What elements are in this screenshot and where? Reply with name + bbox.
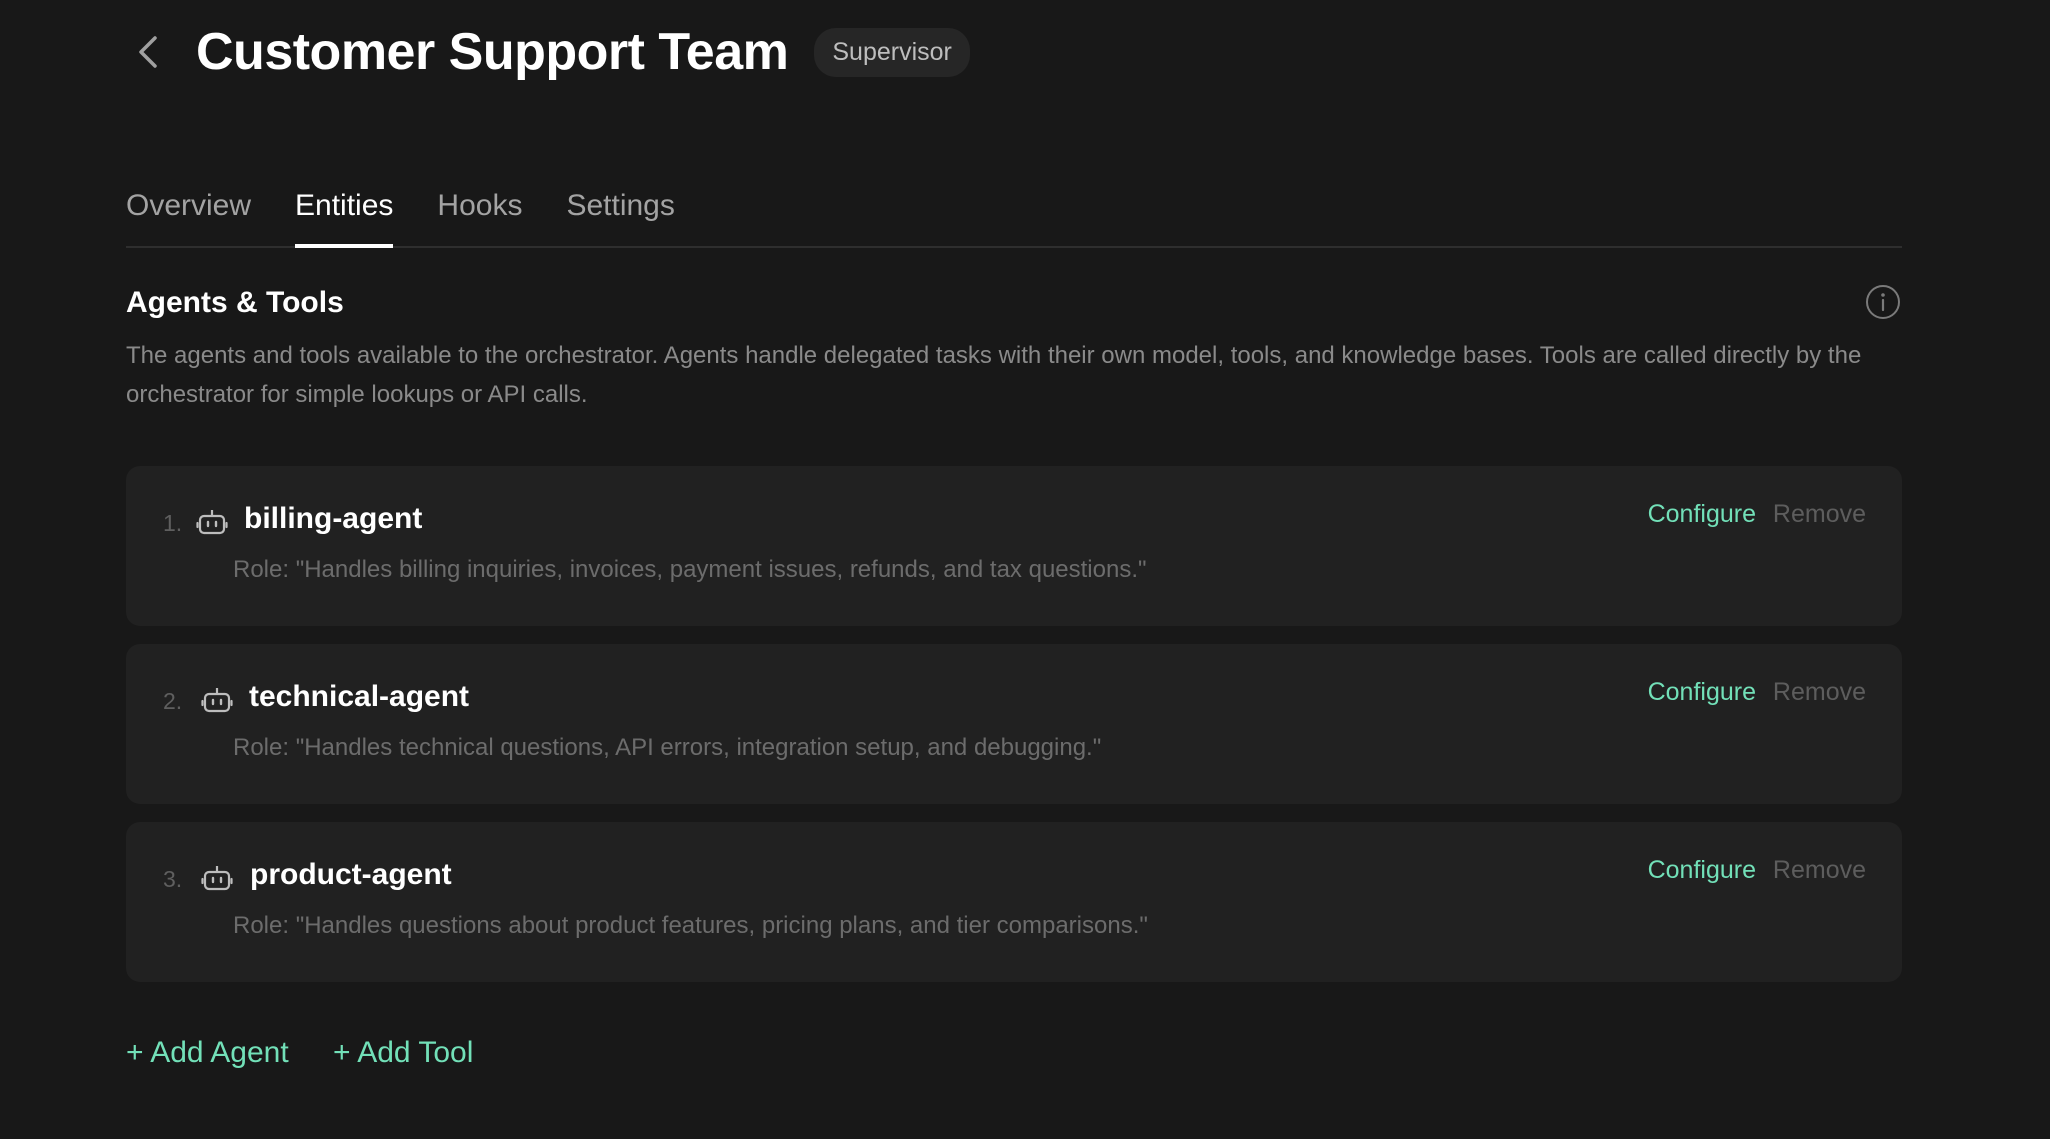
configure-button[interactable]: Configure bbox=[1648, 856, 1756, 885]
remove-button[interactable]: Remove bbox=[1773, 500, 1866, 529]
configure-button[interactable]: Configure bbox=[1648, 500, 1756, 529]
back-button[interactable] bbox=[126, 30, 170, 74]
add-tool-button[interactable]: + Add Tool bbox=[333, 1036, 473, 1070]
robot-icon bbox=[201, 684, 233, 716]
page-header: Customer Support Team Supervisor bbox=[126, 14, 970, 90]
tab-entities[interactable]: Entities bbox=[295, 172, 394, 248]
agent-card: 1. billing-agent Role: "Handles billing … bbox=[126, 466, 1902, 626]
configure-button[interactable]: Configure bbox=[1648, 678, 1756, 707]
remove-button[interactable]: Remove bbox=[1773, 678, 1866, 707]
section-description: The agents and tools available to the or… bbox=[126, 342, 1862, 408]
agent-role: Role: "Handles billing inquiries, invoic… bbox=[233, 556, 1147, 583]
agent-role: Role: "Handles questions about product f… bbox=[233, 912, 1148, 939]
role-badge: Supervisor bbox=[814, 27, 970, 77]
tab-hooks[interactable]: Hooks bbox=[437, 172, 522, 246]
agent-role: Role: "Handles technical questions, API … bbox=[233, 734, 1102, 761]
tab-bar: Overview Entities Hooks Settings bbox=[126, 172, 1902, 248]
chevron-left-icon bbox=[139, 36, 157, 68]
tab-settings[interactable]: Settings bbox=[566, 172, 674, 246]
agent-number: 3. bbox=[163, 866, 183, 892]
remove-button[interactable]: Remove bbox=[1773, 856, 1866, 885]
robot-icon bbox=[196, 506, 228, 538]
add-agent-button[interactable]: + Add Agent bbox=[126, 1036, 289, 1070]
agent-card: 3. product-agent Role: "Handles question… bbox=[126, 822, 1902, 982]
agent-number: 1. bbox=[163, 510, 183, 536]
agent-name: billing-agent bbox=[244, 502, 423, 535]
page: Customer Support Team Supervisor Overvie… bbox=[0, 0, 2050, 1139]
info-icon[interactable] bbox=[1865, 284, 1901, 320]
robot-icon bbox=[201, 862, 233, 894]
agent-card: 2. technical-agent Role: "Handles techni… bbox=[126, 644, 1902, 804]
agent-number: 2. bbox=[163, 688, 183, 714]
page-title: Customer Support Team bbox=[196, 23, 789, 81]
agent-name: product-agent bbox=[250, 858, 452, 891]
agent-name: technical-agent bbox=[249, 680, 470, 713]
tab-overview[interactable]: Overview bbox=[126, 172, 251, 246]
section-title: Agents & Tools bbox=[126, 286, 344, 319]
